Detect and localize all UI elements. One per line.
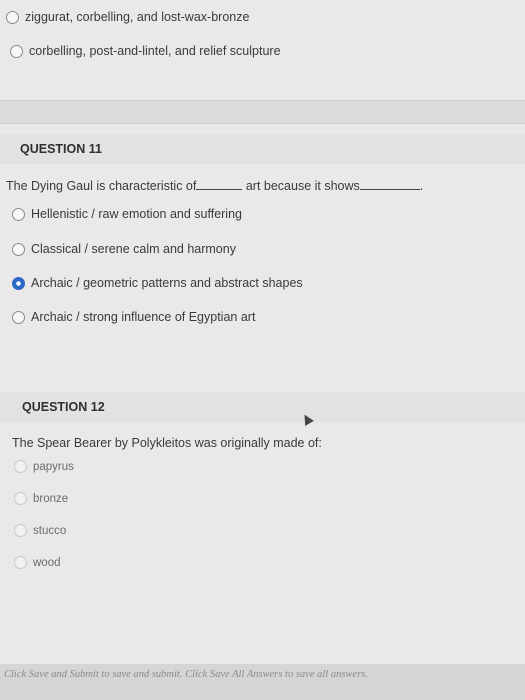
q12-option-2[interactable]: bronze xyxy=(14,492,68,505)
q11-option-3[interactable]: Archaic / geometric patterns and abstrac… xyxy=(12,276,303,290)
option-label: corbelling, post-and-lintel, and relief … xyxy=(29,44,281,58)
radio-button[interactable] xyxy=(12,310,25,324)
question-divider xyxy=(0,100,525,124)
question-11-text: The Dying Gaul is characteristic of art … xyxy=(6,179,423,193)
question-12-title: QUESTION 12 xyxy=(22,400,105,414)
q11-option-1[interactable]: Hellenistic / raw emotion and suffering xyxy=(12,207,242,221)
prev-option-1[interactable]: ziggurat, corbelling, and lost-wax-bronz… xyxy=(6,10,249,24)
footer-instructions: Click Save and Submit to save and submit… xyxy=(4,669,368,680)
option-label: ziggurat, corbelling, and lost-wax-bronz… xyxy=(25,10,250,24)
option-label: Archaic / geometric patterns and abstrac… xyxy=(31,276,303,290)
q11-option-4[interactable]: Archaic / strong influence of Egyptian a… xyxy=(12,310,255,324)
question-12-text: The Spear Bearer by Polykleitos was orig… xyxy=(12,436,322,450)
q12-option-1[interactable]: papyrus xyxy=(14,460,74,473)
prev-option-2[interactable]: corbelling, post-and-lintel, and relief … xyxy=(10,44,281,58)
question-text-part1: The Dying Gaul is characteristic of xyxy=(6,179,197,193)
option-label: papyrus xyxy=(33,460,74,473)
question-text-end: . xyxy=(419,179,424,193)
option-label: stucco xyxy=(33,524,67,537)
radio-button[interactable] xyxy=(12,207,25,221)
option-label: Archaic / strong influence of Egyptian a… xyxy=(31,310,256,324)
radio-button[interactable] xyxy=(14,524,27,537)
radio-button[interactable] xyxy=(12,242,25,256)
q12-option-4[interactable]: wood xyxy=(14,556,61,569)
option-label: Classical / serene calm and harmony xyxy=(31,242,236,256)
option-label: Hellenistic / raw emotion and suffering xyxy=(31,207,242,221)
radio-button[interactable] xyxy=(10,44,23,58)
q12-option-3[interactable]: stucco xyxy=(14,524,66,537)
answer-blank-2 xyxy=(359,179,420,190)
option-label: wood xyxy=(33,556,61,569)
radio-button[interactable] xyxy=(14,556,27,569)
radio-button[interactable] xyxy=(6,10,19,24)
option-label: bronze xyxy=(33,492,69,505)
question-11-title: QUESTION 11 xyxy=(20,142,102,156)
radio-button[interactable] xyxy=(14,492,27,505)
answer-blank-1 xyxy=(196,179,243,190)
question-text-part2: art because it shows xyxy=(245,179,360,193)
radio-button[interactable] xyxy=(14,460,27,473)
q11-option-2[interactable]: Classical / serene calm and harmony xyxy=(12,242,236,256)
radio-button-selected[interactable] xyxy=(12,276,25,290)
